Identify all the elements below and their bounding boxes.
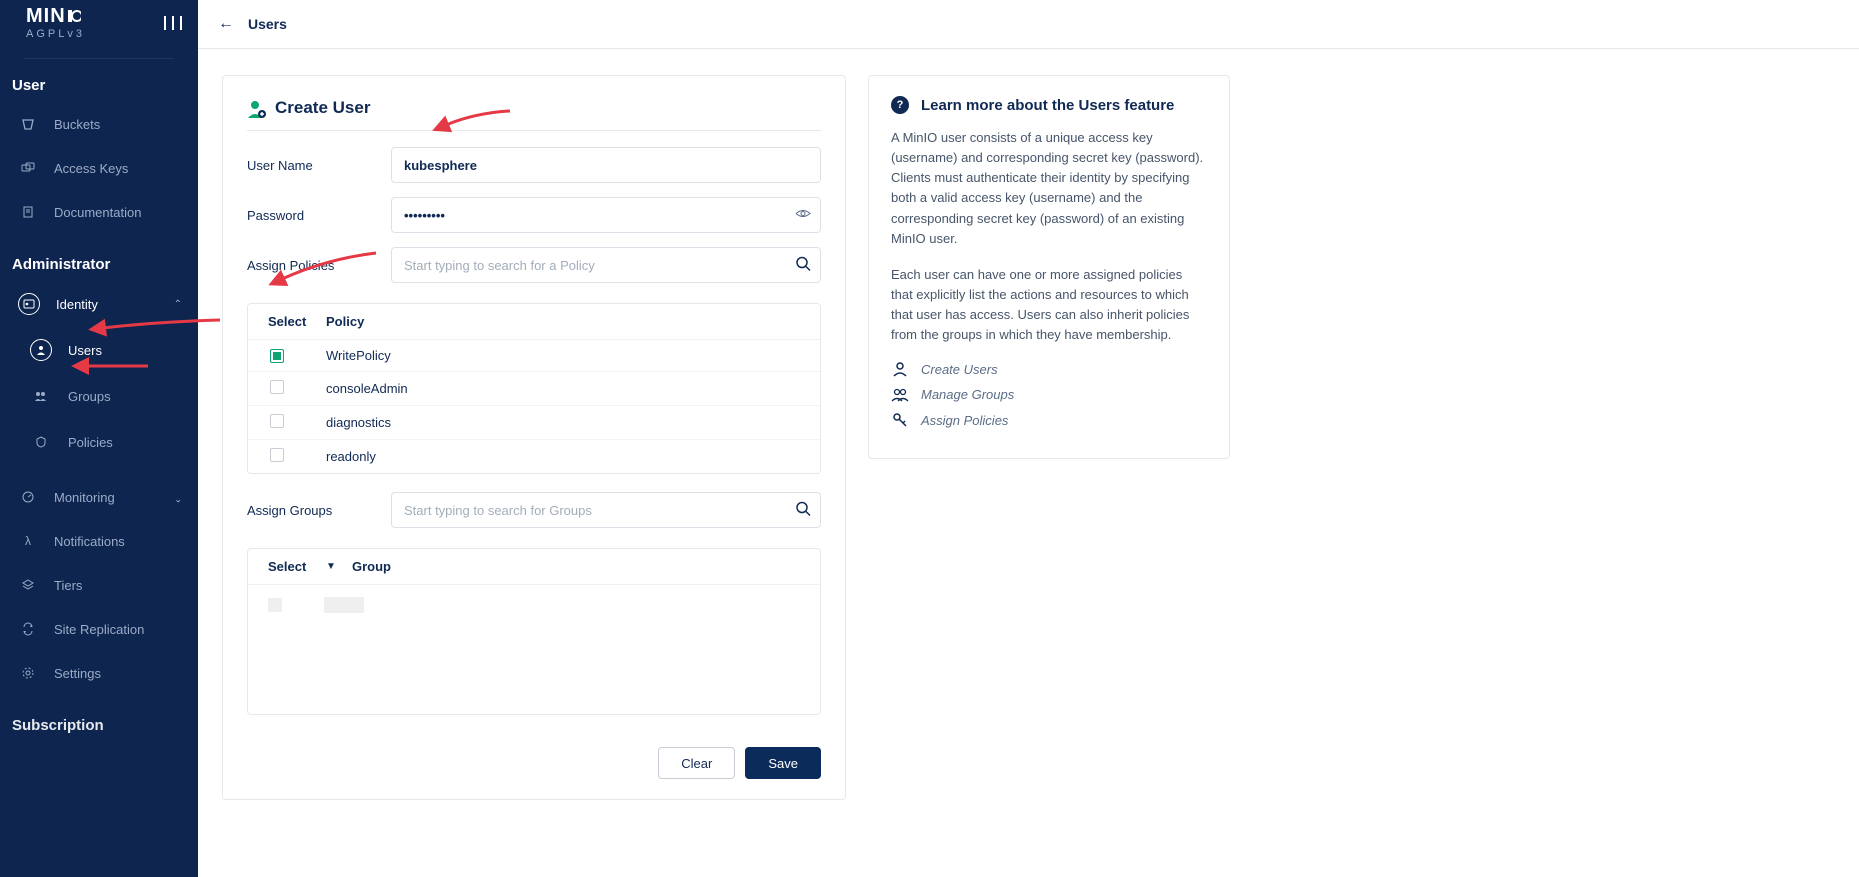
save-button[interactable]: Save — [745, 747, 821, 779]
sidebar-item-label: Notifications — [54, 534, 125, 549]
checkbox[interactable] — [270, 448, 284, 462]
brand-logo: MIN — [26, 6, 105, 26]
sidebar-item-label: Identity — [56, 297, 98, 312]
back-button[interactable]: ← — [218, 15, 234, 33]
search-icon[interactable] — [795, 256, 811, 275]
table-row — [268, 597, 800, 613]
add-user-icon — [247, 99, 265, 117]
sidebar-item-label: Groups — [68, 389, 111, 404]
sidebar-item-site-replication[interactable]: Site Replication — [0, 607, 198, 651]
tiers-icon — [18, 575, 38, 595]
card-title: Create User — [275, 98, 370, 118]
brand-sub: AGPLv3 — [26, 28, 105, 40]
keys-icon — [18, 158, 38, 178]
chevron-up-icon: ⌃ — [174, 299, 182, 310]
table-row[interactable]: WritePolicy — [248, 340, 820, 372]
table-row[interactable]: readonly — [248, 440, 820, 473]
sidebar-section-admin: Administrator — [0, 248, 198, 281]
sidebar-item-access-keys[interactable]: Access Keys — [0, 146, 198, 190]
sidebar: MIN AGPLv3 User Buckets Access Keys Docu… — [0, 0, 198, 877]
info-link-assign-policies[interactable]: Assign Policies — [891, 412, 1207, 428]
main: ← Users Create User User Name Password — [198, 0, 1859, 877]
policies-icon — [30, 431, 52, 453]
sidebar-item-groups[interactable]: Groups — [0, 373, 198, 419]
placeholder-checkbox — [268, 598, 282, 612]
checkbox[interactable] — [270, 414, 284, 428]
doc-icon — [18, 202, 38, 222]
gear-icon — [18, 663, 38, 683]
col-select: Select — [268, 559, 312, 574]
sidebar-item-label: Users — [68, 343, 102, 358]
sidebar-item-users[interactable]: Users — [0, 327, 198, 373]
sidebar-item-label: Tiers — [54, 578, 82, 593]
col-select: Select — [268, 314, 312, 329]
policy-search-input[interactable] — [391, 247, 821, 283]
breadcrumb[interactable]: Users — [248, 16, 287, 32]
sidebar-item-label: Monitoring — [54, 490, 115, 505]
topbar: ← Users — [198, 0, 1859, 49]
col-group: Group — [352, 559, 391, 574]
search-icon[interactable] — [795, 501, 811, 520]
monitor-icon — [18, 487, 38, 507]
info-paragraph: A MinIO user consists of a unique access… — [891, 128, 1207, 249]
key-icon — [891, 412, 909, 428]
group-table: Select ▼ Group — [247, 548, 821, 715]
sidebar-item-documentation[interactable]: Documentation — [0, 190, 198, 234]
sidebar-item-policies[interactable]: Policies — [0, 419, 198, 465]
username-label: User Name — [247, 158, 391, 173]
chevron-down-icon: ⌃ — [174, 492, 182, 503]
info-panel: ? Learn more about the Users feature A M… — [868, 75, 1230, 459]
replication-icon — [18, 619, 38, 639]
policy-name: readonly — [326, 449, 376, 464]
sidebar-item-label: Access Keys — [54, 161, 128, 176]
caret-down-icon[interactable]: ▼ — [326, 561, 338, 572]
sidebar-item-settings[interactable]: Settings — [0, 651, 198, 695]
user-icon — [30, 339, 52, 361]
password-input[interactable] — [391, 197, 821, 233]
policy-name: diagnostics — [326, 415, 391, 430]
sidebar-item-buckets[interactable]: Buckets — [0, 102, 198, 146]
eye-icon[interactable] — [795, 206, 811, 225]
sidebar-item-notifications[interactable]: λ Notifications — [0, 519, 198, 563]
user-icon — [891, 361, 909, 377]
identity-icon — [18, 293, 40, 315]
clear-button[interactable]: Clear — [658, 747, 735, 779]
create-user-form: Create User User Name Password Assign Po… — [222, 75, 846, 800]
groups-icon — [891, 388, 909, 402]
group-search-input[interactable] — [391, 492, 821, 528]
checkbox[interactable] — [270, 349, 284, 363]
username-input[interactable] — [391, 147, 821, 183]
sidebar-section-subscription: Subscription — [0, 709, 198, 742]
info-link-manage-groups[interactable]: Manage Groups — [891, 387, 1207, 402]
menu-toggle-icon[interactable] — [164, 16, 182, 30]
assign-groups-label: Assign Groups — [247, 503, 391, 518]
info-link-create-users[interactable]: Create Users — [891, 361, 1207, 377]
sidebar-item-label: Buckets — [54, 117, 100, 132]
groups-icon — [30, 385, 52, 407]
sidebar-item-identity[interactable]: Identity ⌃ — [0, 281, 198, 327]
col-policy: Policy — [326, 314, 364, 329]
info-paragraph: Each user can have one or more assigned … — [891, 265, 1207, 346]
assign-policies-label: Assign Policies — [247, 258, 391, 273]
table-row[interactable]: diagnostics — [248, 406, 820, 440]
sidebar-item-label: Settings — [54, 666, 101, 681]
sidebar-item-label: Site Replication — [54, 622, 144, 637]
sidebar-item-label: Documentation — [54, 205, 141, 220]
policy-name: WritePolicy — [326, 348, 391, 363]
table-row[interactable]: consoleAdmin — [248, 372, 820, 406]
checkbox[interactable] — [270, 380, 284, 394]
policy-table: Select Policy WritePolicy consoleAdmin — [247, 303, 821, 474]
policy-name: consoleAdmin — [326, 381, 408, 396]
sidebar-section-user: User — [0, 69, 198, 102]
lambda-icon: λ — [18, 531, 38, 551]
help-icon: ? — [891, 96, 909, 114]
sidebar-item-tiers[interactable]: Tiers — [0, 563, 198, 607]
info-title: Learn more about the Users feature — [921, 97, 1174, 114]
sidebar-item-label: Policies — [68, 435, 113, 450]
placeholder-text — [324, 597, 364, 613]
password-label: Password — [247, 208, 391, 223]
bucket-icon — [18, 114, 38, 134]
sidebar-item-monitoring[interactable]: Monitoring ⌃ — [0, 475, 198, 519]
